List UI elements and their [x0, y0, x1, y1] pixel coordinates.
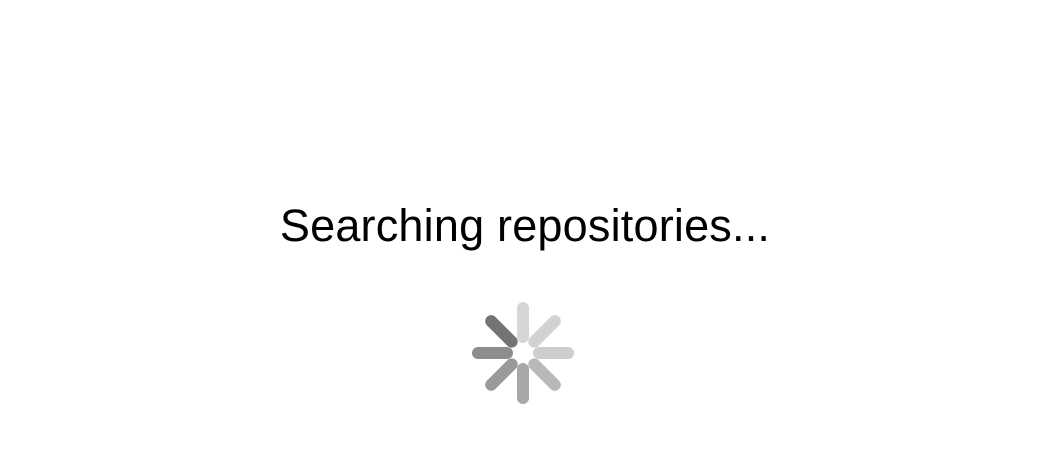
spinner-spoke: [485, 358, 518, 391]
loading-message: Searching repositories...: [279, 200, 771, 251]
spinner-spoke: [528, 315, 561, 348]
activity-indicator-icon: [470, 300, 576, 406]
spinner-spoke: [485, 315, 518, 348]
loading-screen: Searching repositories...: [0, 0, 1050, 450]
spinner-graphic: [472, 302, 574, 404]
spinner-spoke: [528, 358, 561, 391]
